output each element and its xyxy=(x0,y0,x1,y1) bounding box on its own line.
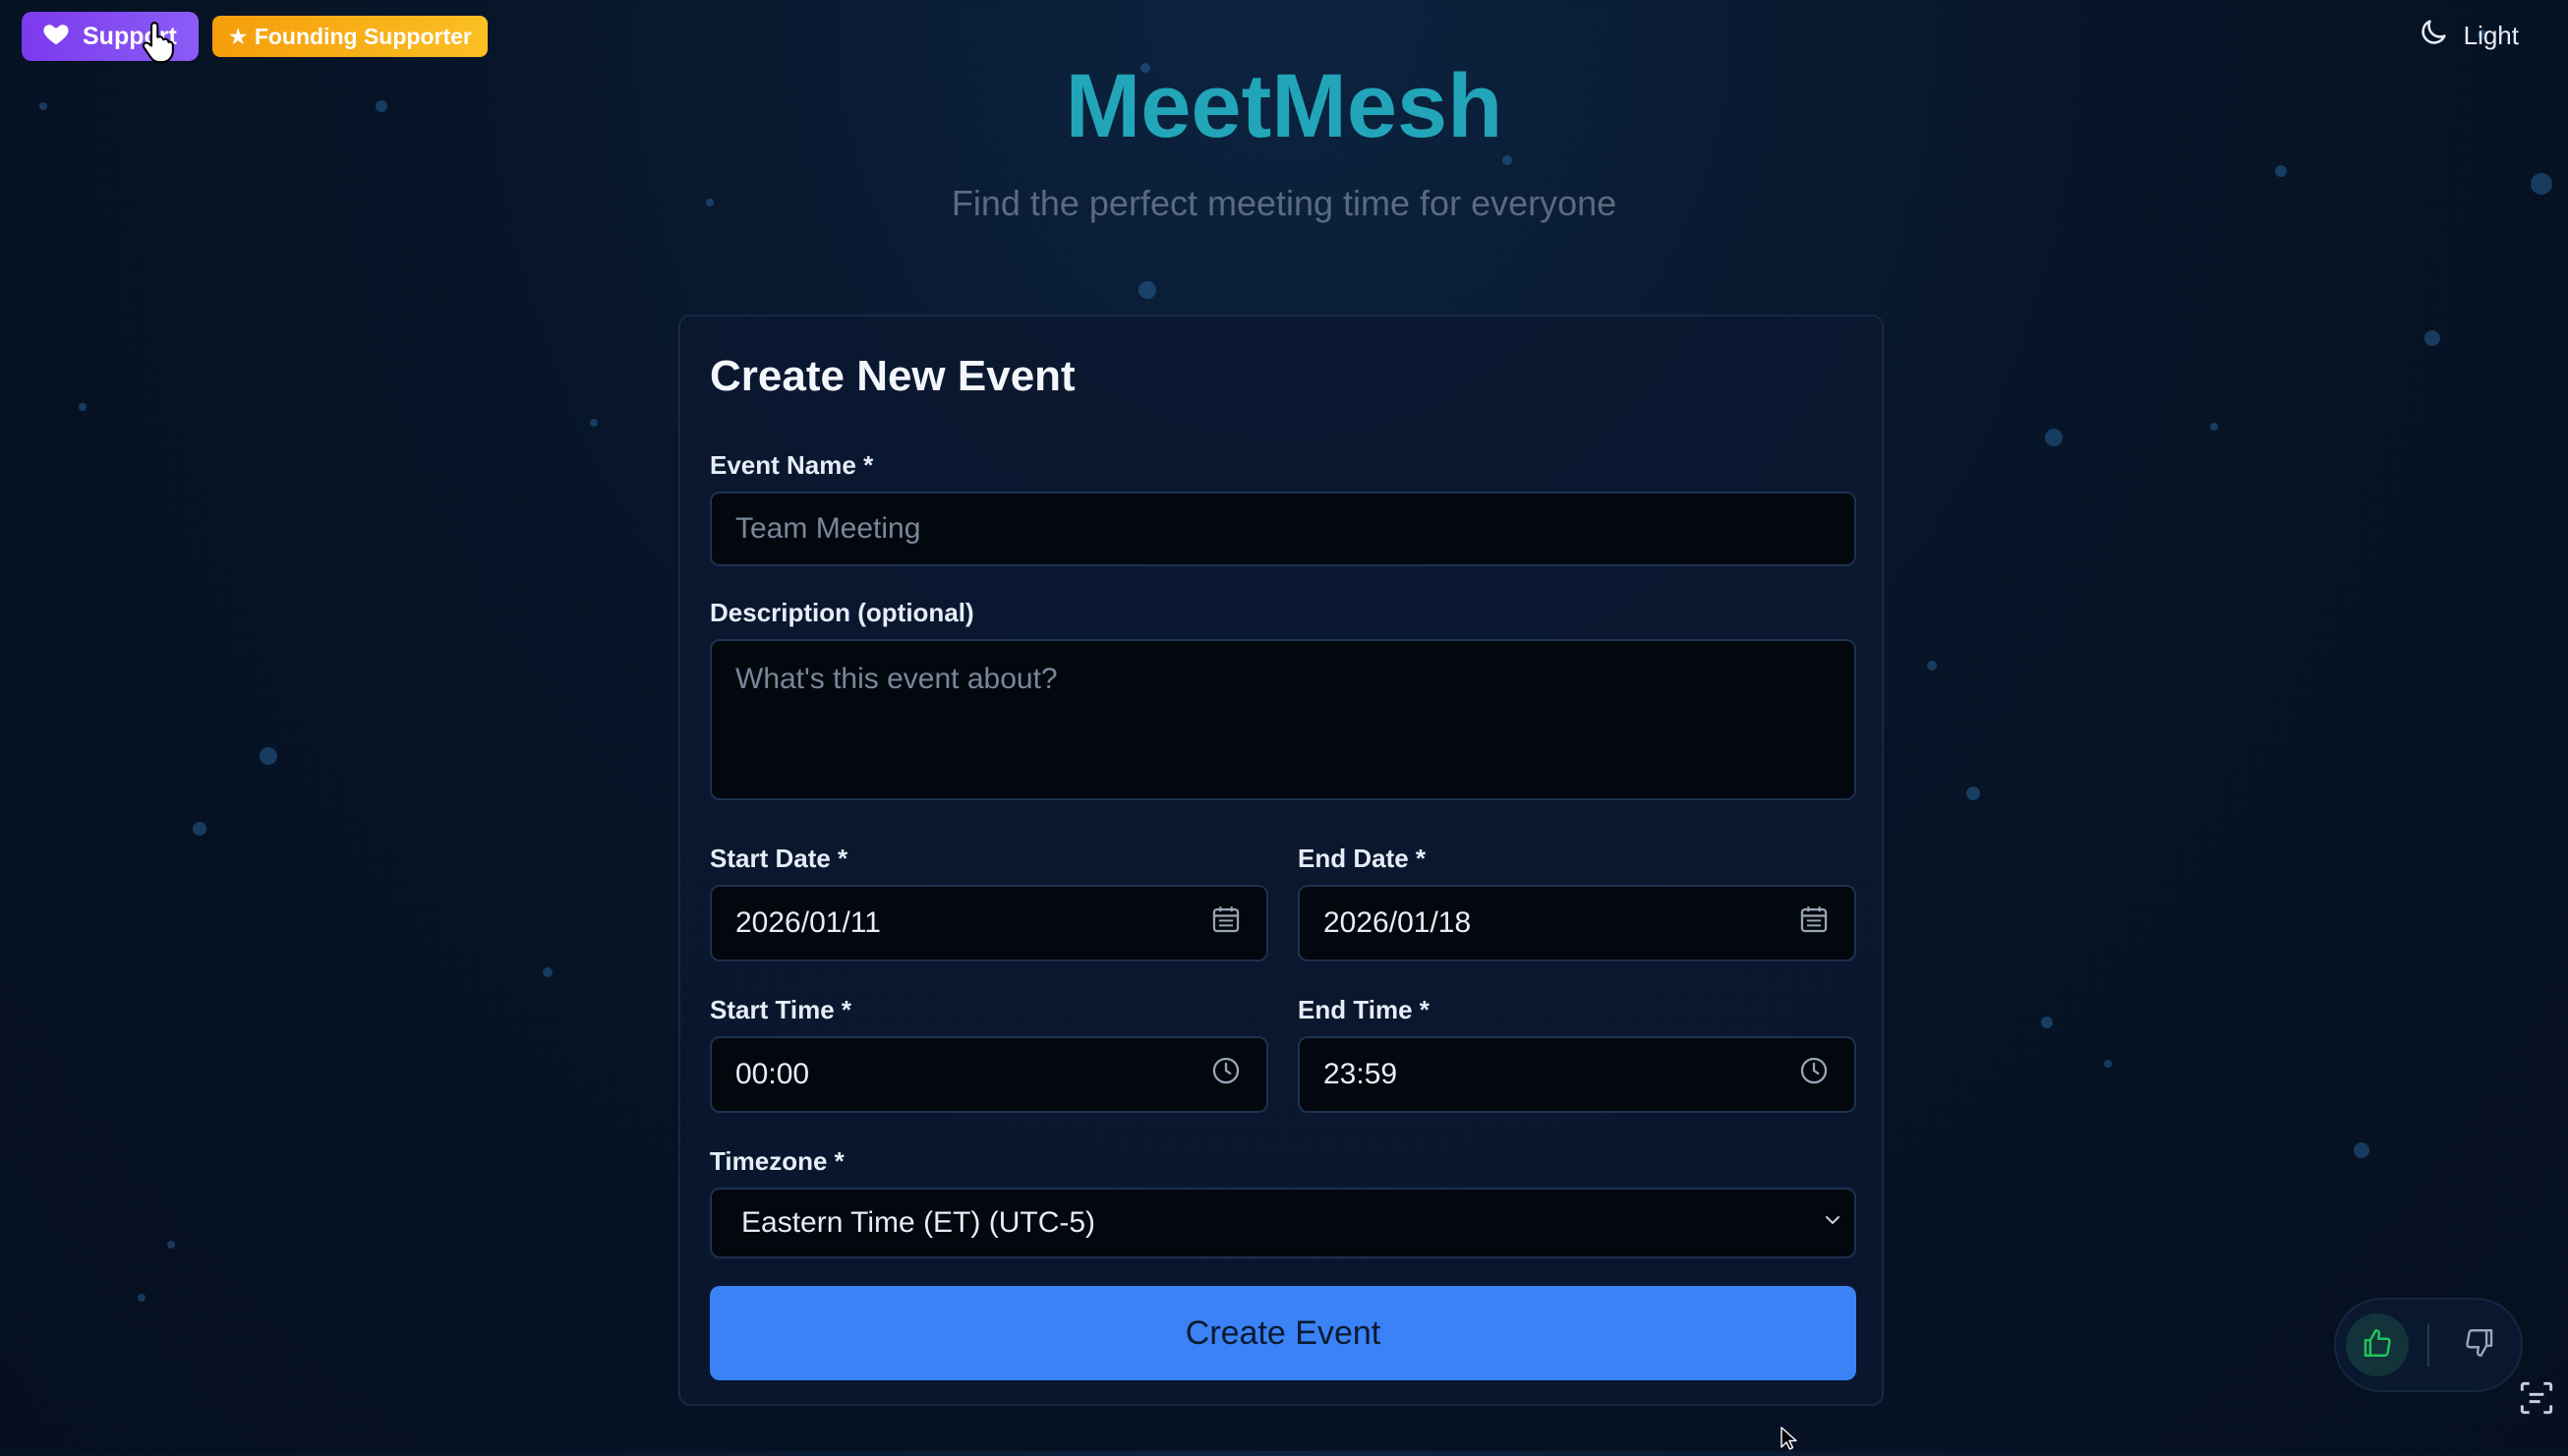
feedback-widget xyxy=(2334,1298,2523,1392)
create-event-card: Create New Event Event Name * Descriptio… xyxy=(678,315,1884,1406)
top-left-bar: Support ★ Founding Supporter xyxy=(22,12,488,61)
start-date-label: Start Date * xyxy=(710,844,848,873)
thumbs-down-button[interactable] xyxy=(2448,1313,2511,1376)
timezone-select[interactable]: Eastern Time (ET) (UTC-5) xyxy=(710,1188,1856,1258)
end-date-input[interactable]: 2026/01/18 xyxy=(1298,885,1856,961)
chevron-down-icon xyxy=(1821,1206,1844,1240)
event-name-label: Event Name * xyxy=(710,450,874,480)
calendar-icon[interactable] xyxy=(1797,903,1831,944)
timezone-value: Eastern Time (ET) (UTC-5) xyxy=(741,1206,1096,1239)
app-title: MeetMesh xyxy=(1065,56,1503,156)
scan-text-icon[interactable] xyxy=(2515,1376,2558,1420)
start-time-value: 00:00 xyxy=(735,1058,810,1090)
form-title: Create New Event xyxy=(710,352,1076,400)
calendar-icon[interactable] xyxy=(1209,903,1243,944)
end-time-value: 23:59 xyxy=(1323,1058,1398,1090)
timezone-label: Timezone * xyxy=(710,1146,845,1176)
app-subtitle: Find the perfect meeting time for everyo… xyxy=(951,183,1617,223)
thumbs-up-button[interactable] xyxy=(2345,1313,2409,1376)
thumbs-down-icon xyxy=(2463,1326,2496,1365)
feedback-divider xyxy=(2426,1323,2429,1367)
event-name-input[interactable] xyxy=(710,492,1856,566)
founding-supporter-badge[interactable]: ★ Founding Supporter xyxy=(211,16,488,57)
moon-icon xyxy=(2417,16,2450,56)
end-time-label: End Time * xyxy=(1298,995,1430,1024)
start-date-input[interactable]: 2026/01/11 xyxy=(710,885,1268,961)
clock-icon[interactable] xyxy=(1209,1054,1243,1095)
clock-icon[interactable] xyxy=(1797,1054,1831,1095)
description-textarea[interactable] xyxy=(710,639,1856,800)
create-event-button[interactable]: Create Event xyxy=(710,1286,1856,1380)
start-date-value: 2026/01/11 xyxy=(735,906,881,939)
thumbs-up-icon xyxy=(2361,1326,2394,1365)
end-time-input[interactable]: 23:59 xyxy=(1298,1036,1856,1113)
description-label: Description (optional) xyxy=(710,598,974,627)
start-time-input[interactable]: 00:00 xyxy=(710,1036,1268,1113)
end-date-label: End Date * xyxy=(1298,844,1427,873)
heart-icon xyxy=(41,19,71,55)
end-date-value: 2026/01/18 xyxy=(1323,906,1472,939)
arrow-cursor-icon xyxy=(1776,1426,1803,1456)
theme-toggle-label: Light xyxy=(2463,21,2519,50)
hand-pointer-cursor-icon xyxy=(138,18,179,72)
start-time-label: Start Time * xyxy=(710,995,852,1024)
theme-toggle[interactable]: Light xyxy=(2417,16,2519,56)
